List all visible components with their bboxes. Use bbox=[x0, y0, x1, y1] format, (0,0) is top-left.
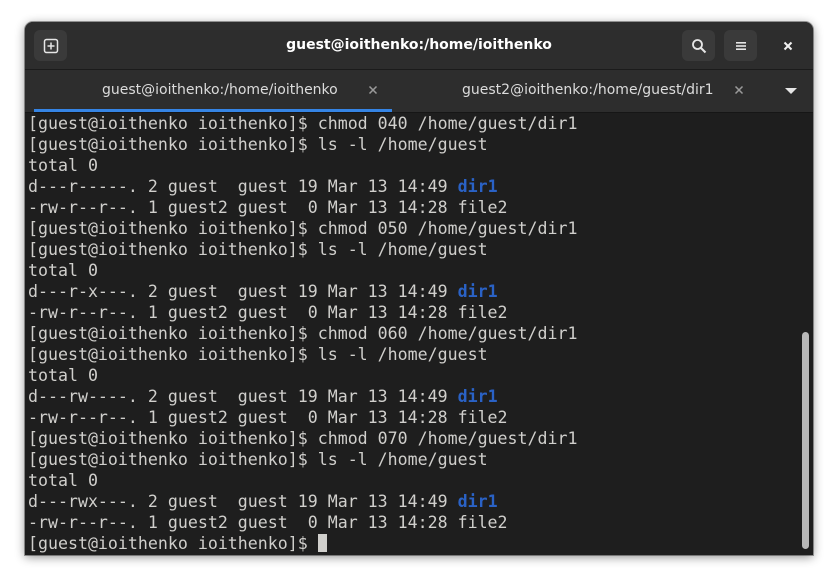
tab-guest-ioithenko[interactable]: guest@ioithenko:/home/ioithenko bbox=[25, 70, 403, 112]
terminal-line: [guest@ioithenko ioithenko]$ ls -l /home… bbox=[28, 344, 577, 365]
tab-label: guest@ioithenko:/home/ioithenko bbox=[102, 82, 338, 98]
terminal-line: [guest@ioithenko ioithenko]$ ls -l /home… bbox=[28, 134, 577, 155]
tab-list-dropdown-button[interactable] bbox=[778, 80, 804, 102]
directory-name: dir1 bbox=[457, 177, 498, 196]
terminal-line-text: -rw-r--r--. 1 guest2 guest 0 Mar 13 14:2… bbox=[28, 513, 508, 532]
tab-close-icon[interactable] bbox=[732, 83, 746, 97]
active-tab-indicator bbox=[34, 109, 392, 112]
terminal-line: total 0 bbox=[28, 470, 577, 491]
tab-label: guest2@ioithenko:/home/guest/dir1 bbox=[462, 82, 714, 98]
terminal-area[interactable]: [guest@ioithenko ioithenko]$ chmod 040 /… bbox=[25, 113, 813, 555]
chevron-down-icon bbox=[785, 88, 797, 94]
terminal-line-text: d---rwx---. 2 guest guest 19 Mar 13 14:4… bbox=[28, 492, 458, 511]
directory-name: dir1 bbox=[457, 387, 498, 406]
terminal-line-text: total 0 bbox=[28, 156, 98, 175]
terminal-line: -rw-r--r--. 1 guest2 guest 0 Mar 13 14:2… bbox=[28, 197, 577, 218]
terminal-line: d---r-----. 2 guest guest 19 Mar 13 14:4… bbox=[28, 176, 577, 197]
terminal-output: [guest@ioithenko ioithenko]$ chmod 040 /… bbox=[28, 113, 577, 554]
terminal-line-text: -rw-r--r--. 1 guest2 guest 0 Mar 13 14:2… bbox=[28, 303, 508, 322]
window-close-button[interactable] bbox=[771, 30, 804, 61]
tab-guest2-dir1[interactable]: guest2@ioithenko:/home/guest/dir1 bbox=[403, 70, 763, 112]
search-icon bbox=[691, 38, 706, 53]
terminal-line: [guest@ioithenko ioithenko]$ ls -l /home… bbox=[28, 449, 577, 470]
terminal-line: [guest@ioithenko ioithenko]$ chmod 060 /… bbox=[28, 323, 577, 344]
text-cursor bbox=[317, 534, 327, 552]
terminal-line: d---rw----. 2 guest guest 19 Mar 13 14:4… bbox=[28, 386, 577, 407]
terminal-line-text: [guest@ioithenko ioithenko]$ bbox=[28, 534, 318, 553]
main-menu-button[interactable] bbox=[724, 30, 757, 61]
terminal-line-text: d---r-x---. 2 guest guest 19 Mar 13 14:4… bbox=[28, 282, 458, 301]
tab-bar: guest@ioithenko:/home/ioithenko guest2@i… bbox=[25, 70, 813, 113]
tab-close-icon[interactable] bbox=[366, 83, 380, 97]
terminal-line-text: total 0 bbox=[28, 366, 98, 385]
new-tab-icon bbox=[43, 38, 58, 53]
terminal-line: d---rwx---. 2 guest guest 19 Mar 13 14:4… bbox=[28, 491, 577, 512]
directory-name: dir1 bbox=[457, 492, 498, 511]
terminal-window: guest@ioithenko:/home/ioithenko guest@io… bbox=[25, 22, 813, 555]
terminal-line-text: [guest@ioithenko ioithenko]$ ls -l /home… bbox=[28, 345, 488, 364]
hamburger-menu-icon bbox=[735, 41, 746, 50]
search-button[interactable] bbox=[682, 30, 715, 61]
terminal-line-text: total 0 bbox=[28, 471, 98, 490]
terminal-line: total 0 bbox=[28, 155, 577, 176]
terminal-line: d---r-x---. 2 guest guest 19 Mar 13 14:4… bbox=[28, 281, 577, 302]
terminal-line: [guest@ioithenko ioithenko]$ bbox=[28, 533, 577, 554]
terminal-line: [guest@ioithenko ioithenko]$ chmod 050 /… bbox=[28, 218, 577, 239]
directory-name: dir1 bbox=[457, 282, 498, 301]
terminal-line: -rw-r--r--. 1 guest2 guest 0 Mar 13 14:2… bbox=[28, 512, 577, 533]
close-icon bbox=[783, 41, 792, 50]
terminal-line-text: -rw-r--r--. 1 guest2 guest 0 Mar 13 14:2… bbox=[28, 408, 508, 427]
scrollbar[interactable] bbox=[801, 117, 809, 551]
terminal-line-text: d---r-----. 2 guest guest 19 Mar 13 14:4… bbox=[28, 177, 458, 196]
scrollbar-thumb[interactable] bbox=[802, 332, 809, 549]
window-title: guest@ioithenko:/home/ioithenko bbox=[286, 37, 552, 53]
terminal-line-text: [guest@ioithenko ioithenko]$ chmod 050 /… bbox=[28, 219, 578, 238]
terminal-line-text: [guest@ioithenko ioithenko]$ ls -l /home… bbox=[28, 450, 488, 469]
new-tab-button[interactable] bbox=[34, 30, 67, 61]
terminal-line: -rw-r--r--. 1 guest2 guest 0 Mar 13 14:2… bbox=[28, 407, 577, 428]
terminal-line: -rw-r--r--. 1 guest2 guest 0 Mar 13 14:2… bbox=[28, 302, 577, 323]
terminal-line: [guest@ioithenko ioithenko]$ chmod 070 /… bbox=[28, 428, 577, 449]
terminal-line: total 0 bbox=[28, 260, 577, 281]
terminal-line: [guest@ioithenko ioithenko]$ ls -l /home… bbox=[28, 239, 577, 260]
terminal-line: [guest@ioithenko ioithenko]$ chmod 040 /… bbox=[28, 113, 577, 134]
terminal-line-text: -rw-r--r--. 1 guest2 guest 0 Mar 13 14:2… bbox=[28, 198, 508, 217]
terminal-line: total 0 bbox=[28, 365, 577, 386]
terminal-line-text: [guest@ioithenko ioithenko]$ ls -l /home… bbox=[28, 240, 488, 259]
terminal-line-text: total 0 bbox=[28, 261, 98, 280]
headerbar: guest@ioithenko:/home/ioithenko bbox=[25, 22, 813, 70]
terminal-line-text: d---rw----. 2 guest guest 19 Mar 13 14:4… bbox=[28, 387, 458, 406]
terminal-line-text: [guest@ioithenko ioithenko]$ chmod 060 /… bbox=[28, 324, 578, 343]
terminal-line-text: [guest@ioithenko ioithenko]$ chmod 070 /… bbox=[28, 429, 578, 448]
terminal-line-text: [guest@ioithenko ioithenko]$ ls -l /home… bbox=[28, 135, 488, 154]
terminal-line-text: [guest@ioithenko ioithenko]$ chmod 040 /… bbox=[28, 114, 578, 133]
